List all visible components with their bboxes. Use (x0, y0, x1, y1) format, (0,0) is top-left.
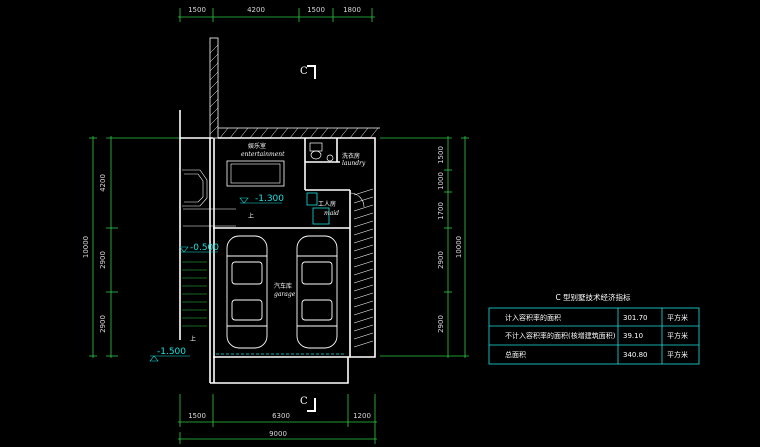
north-retaining-wall (209, 37, 380, 139)
right-dim-1: 1500 (437, 146, 445, 164)
bottom-dim-2: 6300 (272, 412, 290, 420)
staircase (182, 169, 236, 227)
left-dim-3: 2900 (99, 315, 107, 333)
table-row-3-label: 总面积 (505, 350, 526, 359)
top-dim-2: 4200 (247, 6, 265, 14)
garage-label-en: garage (274, 291, 296, 298)
left-total-dim: 10000 (82, 236, 90, 258)
door-swing (349, 192, 365, 208)
table-title: C 型别墅技术经济指标 (555, 292, 631, 302)
right-dim-5: 2900 (437, 315, 445, 333)
up-mark-1: 上 (248, 212, 254, 220)
entertainment-label-en: entertainment (241, 151, 285, 158)
car-right (296, 235, 338, 349)
bottom-total-dim: 9000 (269, 430, 287, 438)
laundry-label-en: laundry (342, 160, 366, 167)
level-mark-3: -1.500 (157, 347, 186, 357)
top-dim-3: 1500 (307, 6, 325, 14)
level-mark-2-triangle (179, 246, 189, 253)
hatch-pattern (209, 44, 379, 139)
table-row-3-value: 340.80 (623, 351, 648, 359)
level-mark-2: -0.500 (190, 243, 219, 253)
bottom-dim-1: 1500 (188, 412, 206, 420)
right-dim-4: 2900 (437, 251, 445, 269)
garage-label-cn: 汽车库 (274, 282, 292, 290)
section-mark-bottom-bracket (307, 398, 316, 412)
maid-room-fixture (306, 192, 318, 206)
laundry-label-cn: 洗衣房 (342, 152, 360, 160)
right-ramp (353, 188, 374, 348)
floor-plan-drawing: 1500 4200 1500 1800 1500 6300 1200 9000 … (82, 6, 700, 444)
pool-table-inner (230, 163, 281, 184)
table-row-1-value: 301.70 (623, 314, 648, 322)
section-mark-top-bracket (307, 65, 316, 79)
right-dim-2: 1000 (437, 172, 445, 190)
table-row-1-unit: 平方米 (667, 313, 688, 322)
table-row-2-value: 39.10 (623, 332, 643, 340)
car-left (226, 235, 268, 349)
level-mark-1: -1.300 (255, 194, 284, 204)
top-dim-1: 1500 (188, 6, 206, 14)
entertainment-label-cn: 娱乐室 (248, 142, 266, 150)
right-dim-3: 1700 (437, 202, 445, 220)
maid-label-en: maid (324, 210, 339, 217)
right-total-dim: 10000 (455, 236, 463, 258)
table-row-1-label: 计入容积率的面积 (505, 313, 561, 322)
left-dim-1: 4200 (99, 174, 107, 192)
table-row-2-unit: 平方米 (667, 331, 688, 340)
section-mark-bottom: C (300, 396, 308, 407)
up-mark-2: 上 (190, 335, 196, 343)
level-mark-1-triangle (239, 197, 249, 204)
table-row-2-label: 不计入容积率的面积(核增建筑面积) (505, 331, 616, 340)
maid-label-cn: 工人房 (318, 200, 336, 208)
toilet-fixture (309, 142, 334, 162)
section-mark-top: C (300, 66, 308, 77)
bottom-dim-3: 1200 (353, 412, 371, 420)
pool-table (226, 160, 285, 187)
table-row-3-unit: 平方米 (667, 350, 688, 359)
ramp-steps (182, 261, 207, 327)
top-dim-4: 1800 (343, 6, 361, 14)
left-dim-2: 2900 (99, 251, 107, 269)
